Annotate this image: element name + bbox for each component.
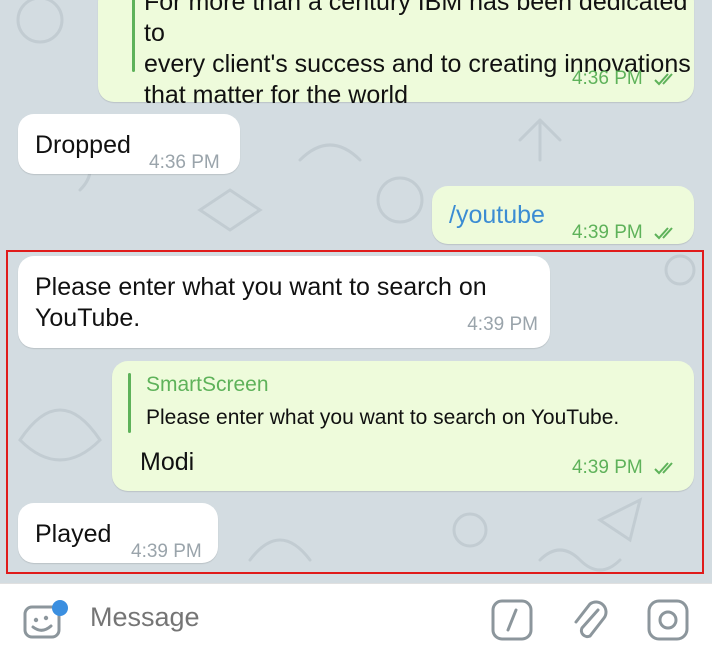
message-time: 4:39 PM [571, 457, 643, 478]
message-text: Played [35, 520, 112, 548]
reply-text: Please enter what you want to search on … [146, 406, 620, 429]
double-check-icon [654, 462, 673, 475]
message-bubble-outgoing[interactable]: For more than a century IBM has been ded… [98, 0, 694, 109]
chat-area[interactable]: For more than a century IBM has been ded… [0, 0, 712, 583]
message-text: Please enter what you want to search on … [35, 273, 487, 332]
message-bubble-outgoing[interactable]: /youtube 4:39 PM [432, 186, 694, 244]
message-text: Dropped [35, 131, 131, 159]
message-composer [0, 583, 712, 656]
double-check-icon [654, 73, 673, 86]
message-time: 4:39 PM [572, 222, 643, 243]
message-input[interactable] [90, 602, 470, 633]
message-time: 4:39 PM [467, 314, 538, 335]
reply-author: SmartScreen [146, 373, 269, 396]
message-time: 4:36 PM [149, 152, 220, 173]
message-text: For more than a century IBM has been ded… [144, 0, 691, 109]
message-bubble-incoming[interactable]: Played 4:39 PM [18, 503, 218, 563]
message-meta: 4:36 PM [572, 63, 678, 94]
double-check-icon [654, 227, 673, 240]
bot-command-link[interactable]: /youtube [449, 200, 545, 231]
message-meta: 4:39 PM [572, 452, 678, 483]
attach-icon[interactable] [568, 596, 612, 644]
sticker-icon[interactable] [22, 598, 72, 642]
message-bubble-incoming[interactable]: Dropped 4:36 PM [18, 114, 240, 174]
message-meta: 4:39 PM [572, 217, 678, 248]
message-text: Modi [140, 448, 195, 476]
reply-bar [128, 373, 131, 433]
message-time: 4:39 PM [131, 541, 202, 562]
camera-icon[interactable] [646, 598, 690, 642]
bot-command-icon[interactable] [490, 598, 534, 642]
message-bubble-outgoing[interactable]: SmartScreen Please enter what you want t… [112, 361, 694, 491]
reply-preview[interactable]: SmartScreen Please enter what you want t… [112, 361, 692, 445]
message-bubble-incoming[interactable]: Please enter what you want to search on … [18, 256, 550, 348]
message-time: 4:36 PM [571, 68, 643, 89]
quote-bar [132, 0, 135, 72]
